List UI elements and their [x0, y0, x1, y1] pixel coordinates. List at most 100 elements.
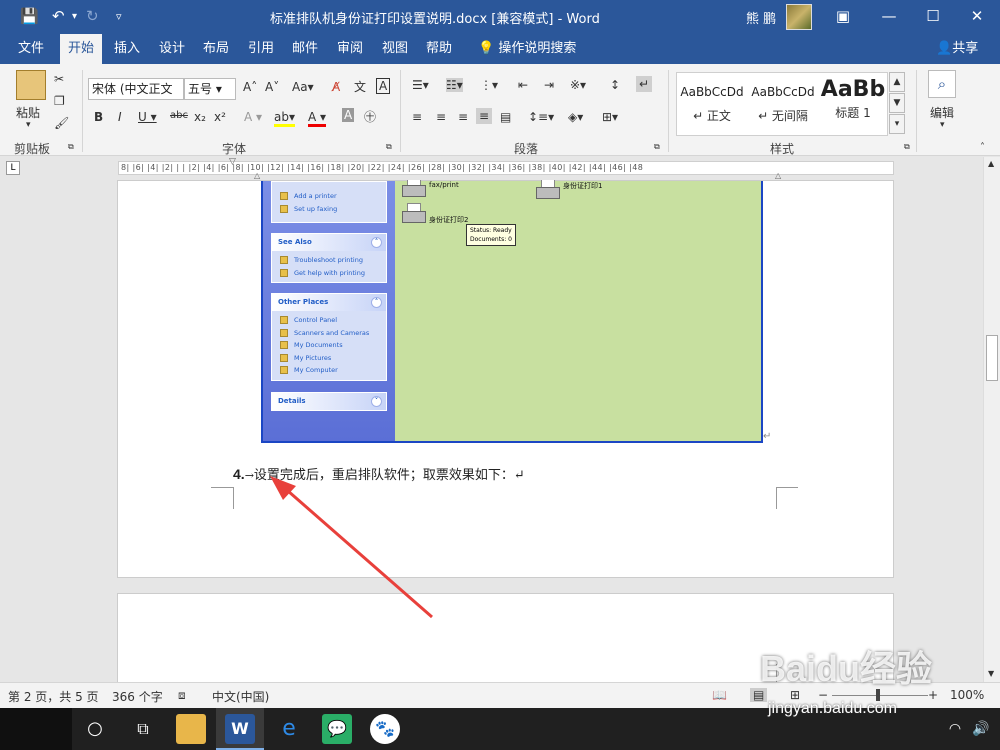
font-name-combo[interactable]: 宋体 (中文正文	[88, 78, 184, 100]
char-shading-icon[interactable]: A	[342, 108, 355, 122]
style-heading1[interactable]: AaBb 标题 1	[819, 73, 887, 135]
close-icon[interactable]: ✕	[954, 0, 1000, 34]
subscript-icon[interactable]: x₂	[194, 110, 206, 124]
styles-launcher-icon[interactable]: ⧉	[904, 142, 910, 152]
cortana-icon[interactable]: ○	[80, 714, 110, 744]
indent-marker-icon[interactable]: ▽	[229, 157, 236, 167]
styles-up-icon[interactable]: ▲	[889, 72, 905, 92]
page-count[interactable]: 第 2 页，共 5 页	[8, 688, 99, 705]
tab-help[interactable]: 帮助	[418, 34, 460, 64]
user-name[interactable]: 熊 鹏	[746, 8, 776, 27]
tab-design[interactable]: 设计	[151, 34, 193, 64]
language[interactable]: 中文(中国)	[212, 688, 269, 705]
align-center-icon[interactable]: ≡	[436, 110, 446, 124]
multilevel-list-icon[interactable]: ⋮▾	[480, 78, 498, 92]
format-painter-icon[interactable]: 🖌	[54, 116, 69, 130]
undo-icon[interactable]: ↶	[52, 7, 65, 25]
superscript-icon[interactable]: x²	[214, 110, 226, 124]
copy-icon[interactable]: ❐	[54, 94, 65, 108]
search-icon[interactable]: ⌕	[928, 70, 956, 98]
clear-formatting-icon[interactable]: A̸	[332, 80, 340, 94]
word-icon[interactable]: W	[225, 714, 255, 744]
borders-icon[interactable]: ⊞▾	[602, 110, 618, 124]
shading-icon[interactable]: ◈▾	[568, 110, 583, 124]
vertical-scrollbar[interactable]: ▲ ▼	[983, 157, 1000, 682]
styles-down-icon[interactable]: ▼	[889, 93, 905, 113]
tab-layout[interactable]: 布局	[195, 34, 237, 64]
right-indent-marker-icon[interactable]: △	[775, 171, 781, 180]
tab-review[interactable]: 审阅	[329, 34, 371, 64]
ribbon-display-icon[interactable]: ▣	[820, 0, 866, 34]
paste-dropdown-icon[interactable]: ▾	[26, 120, 31, 130]
tab-view[interactable]: 视图	[374, 34, 416, 64]
cut-icon[interactable]: ✂	[54, 72, 64, 86]
tab-home[interactable]: 开始	[60, 34, 103, 64]
style-no-spacing[interactable]: AaBbCcDd ↵ 无间隔	[747, 73, 819, 135]
collapse-ribbon-icon[interactable]: ˄	[980, 142, 985, 153]
scroll-thumb[interactable]	[986, 335, 998, 381]
baidu-icon[interactable]: 🐾	[370, 714, 400, 744]
scroll-up-icon[interactable]: ▲	[988, 159, 994, 168]
paste-label[interactable]: 粘贴	[16, 104, 40, 121]
maximize-icon[interactable]: ☐	[910, 0, 956, 34]
sort-icon[interactable]: ↕	[610, 78, 620, 92]
char-border-icon[interactable]: A	[376, 78, 391, 94]
wechat-icon[interactable]: 💬	[322, 714, 352, 744]
document-area[interactable]: Add a printer Set up faxing See Also ˄ Tr…	[0, 180, 983, 682]
proofing-icon[interactable]: ⧈	[178, 688, 186, 703]
paragraph-launcher-icon[interactable]: ⧉	[654, 142, 660, 152]
minimize-icon[interactable]: —	[866, 0, 912, 34]
phonetic-guide-icon[interactable]: 文	[354, 78, 366, 95]
align-left-icon[interactable]: ≡	[412, 110, 422, 124]
decrease-indent-icon[interactable]: ⇤	[518, 78, 528, 92]
strikethrough-icon[interactable]: abc	[170, 110, 188, 121]
distributed-icon[interactable]: ▤	[500, 110, 511, 124]
file-explorer-icon[interactable]	[176, 714, 206, 744]
read-mode-icon[interactable]: 📖	[712, 688, 727, 702]
underline-icon[interactable]: U ▾	[138, 110, 157, 124]
font-size-combo[interactable]: 五号 ▾	[184, 78, 236, 100]
justify-icon[interactable]: ≡	[476, 108, 493, 124]
scroll-down-icon[interactable]: ▼	[988, 669, 994, 678]
line-spacing-icon[interactable]: ↕≡▾	[528, 110, 554, 124]
tab-references[interactable]: 引用	[240, 34, 282, 64]
edge-icon[interactable]: e	[274, 714, 304, 744]
tab-file[interactable]: 文件	[10, 34, 52, 64]
tell-me-search[interactable]: 💡 操作说明搜索	[470, 34, 584, 64]
enclose-char-icon[interactable]: ㊉	[364, 108, 376, 125]
editing-dropdown-icon[interactable]: ▾	[940, 120, 945, 130]
clipboard-launcher-icon[interactable]: ⧉	[68, 142, 74, 152]
redo-icon[interactable]: ↻	[86, 7, 99, 25]
tab-mailings[interactable]: 邮件	[284, 34, 326, 64]
text-effects-icon[interactable]: A ▾	[244, 110, 262, 124]
italic-icon[interactable]: I	[118, 110, 122, 124]
highlight-icon[interactable]: ab▾	[274, 110, 295, 127]
chinese-layout-icon[interactable]: ※▾	[570, 78, 586, 92]
bullets-icon[interactable]: ☰▾	[412, 78, 429, 92]
paste-icon[interactable]	[16, 70, 46, 100]
tab-selector[interactable]: L	[6, 161, 20, 175]
left-indent-marker-icon[interactable]: △	[254, 171, 260, 180]
numbering-icon[interactable]: ☷▾	[446, 78, 463, 92]
styles-more-icon[interactable]: ▾	[889, 114, 905, 134]
show-marks-icon[interactable]: ↵	[636, 76, 653, 92]
shrink-font-icon[interactable]: A˅	[265, 80, 279, 94]
change-case-button[interactable]: Aa▾	[292, 80, 314, 94]
increase-indent-icon[interactable]: ⇥	[544, 78, 554, 92]
grow-font-icon[interactable]: A˄	[243, 80, 257, 94]
bold-icon[interactable]: B	[94, 110, 103, 124]
save-icon[interactable]: 💾	[20, 7, 39, 25]
task-view-icon[interactable]: ⧉	[128, 714, 158, 744]
font-launcher-icon[interactable]: ⧉	[386, 142, 392, 152]
share-button[interactable]: 👤共享	[928, 34, 986, 64]
word-count[interactable]: 366 个字	[112, 688, 163, 705]
style-normal[interactable]: AaBbCcDd ↵ 正文	[677, 73, 747, 135]
tab-insert[interactable]: 插入	[106, 34, 148, 64]
customize-icon[interactable]: ▿	[116, 10, 122, 23]
align-right-icon[interactable]: ≡	[458, 110, 468, 124]
editing-label[interactable]: 编辑	[930, 104, 954, 121]
undo-dropdown-icon[interactable]: ▾	[72, 11, 77, 22]
avatar[interactable]	[786, 4, 812, 30]
volume-icon[interactable]: 🔊	[966, 714, 996, 744]
font-color-icon[interactable]: A ▾	[308, 110, 327, 127]
